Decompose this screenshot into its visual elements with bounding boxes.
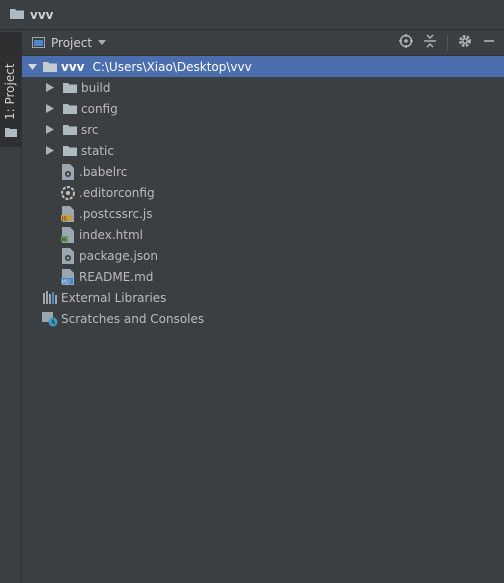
file-label: package.json [79, 248, 159, 263]
toolbar-separator [447, 34, 448, 51]
external-libraries-label: External Libraries [61, 290, 167, 305]
minimize-icon[interactable] [482, 34, 496, 51]
root-folder-label: vvv [61, 59, 85, 74]
scratches-label: Scratches and Consoles [61, 311, 205, 326]
tree-file-package-json[interactable]: package.json [22, 245, 504, 266]
svg-text:H: H [62, 237, 66, 243]
project-tool-window-tab[interactable]: 1: Project [0, 32, 21, 147]
config-file-icon [60, 163, 76, 180]
folder-icon [5, 126, 17, 140]
view-selector-label[interactable]: Project [51, 36, 92, 50]
file-label: README.md [79, 269, 154, 284]
tree-file-readme[interactable]: MD README.md [22, 266, 504, 287]
tree-file-postcssrc[interactable]: JS .postcssrc.js [22, 203, 504, 224]
tree-folder-src[interactable]: src [22, 119, 504, 140]
folder-label: static [81, 143, 114, 158]
tree-file-editorconfig[interactable]: .editorconfig [22, 182, 504, 203]
config-file-icon [60, 247, 76, 264]
project-tab-label: 1: Project [3, 63, 17, 120]
folder-label: config [81, 101, 118, 116]
tree-external-libraries[interactable]: External Libraries [22, 287, 504, 308]
editorconfig-icon [60, 185, 76, 201]
root-folder-path: C:\Users\Xiao\Desktop\vvv [92, 59, 252, 74]
folder-icon [62, 101, 78, 117]
html-file-icon: H [60, 226, 76, 243]
file-label: .babelrc [79, 164, 128, 179]
chevron-down-icon[interactable] [98, 40, 107, 45]
collapsed-arrow-icon[interactable] [44, 124, 56, 136]
collapsed-arrow-icon[interactable] [44, 82, 56, 94]
svg-text:MD: MD [62, 279, 70, 285]
collapsed-arrow-icon[interactable] [44, 145, 56, 157]
folder-icon [42, 59, 58, 75]
folder-icon [62, 122, 78, 138]
folder-label: src [81, 122, 99, 137]
project-panel: Project vvv C:\Users\Xiao\Desktop\vvv bu… [22, 30, 504, 583]
svg-text:JS: JS [61, 216, 67, 222]
navigation-bar: vvv [0, 0, 504, 30]
tree-root-node[interactable]: vvv C:\Users\Xiao\Desktop\vvv [22, 56, 504, 77]
tree-folder-static[interactable]: static [22, 140, 504, 161]
folder-icon [10, 8, 24, 22]
tree-file-index-html[interactable]: H index.html [22, 224, 504, 245]
folder-label: build [81, 80, 111, 95]
collapse-all-icon[interactable] [423, 34, 437, 51]
gear-icon[interactable] [458, 34, 472, 51]
tree-folder-build[interactable]: build [22, 77, 504, 98]
folder-icon [62, 80, 78, 96]
expanded-arrow-icon[interactable] [26, 61, 38, 73]
markdown-file-icon: MD [60, 268, 76, 285]
left-tool-strip: 1: Project [0, 30, 22, 583]
file-label: .postcssrc.js [79, 206, 153, 221]
libraries-icon [42, 290, 58, 306]
file-label: .editorconfig [79, 185, 155, 200]
panel-header: Project [22, 30, 504, 56]
js-file-icon: JS [60, 205, 76, 222]
tree-scratches[interactable]: Scratches and Consoles [22, 308, 504, 329]
folder-icon [62, 143, 78, 159]
file-label: index.html [79, 227, 143, 242]
breadcrumb-project[interactable]: vvv [30, 8, 53, 22]
tree-file-babelrc[interactable]: .babelrc [22, 161, 504, 182]
locate-icon[interactable] [399, 34, 413, 51]
project-view-icon [32, 37, 45, 48]
collapsed-arrow-icon[interactable] [44, 103, 56, 115]
tree-folder-config[interactable]: config [22, 98, 504, 119]
scratches-icon [42, 311, 58, 327]
